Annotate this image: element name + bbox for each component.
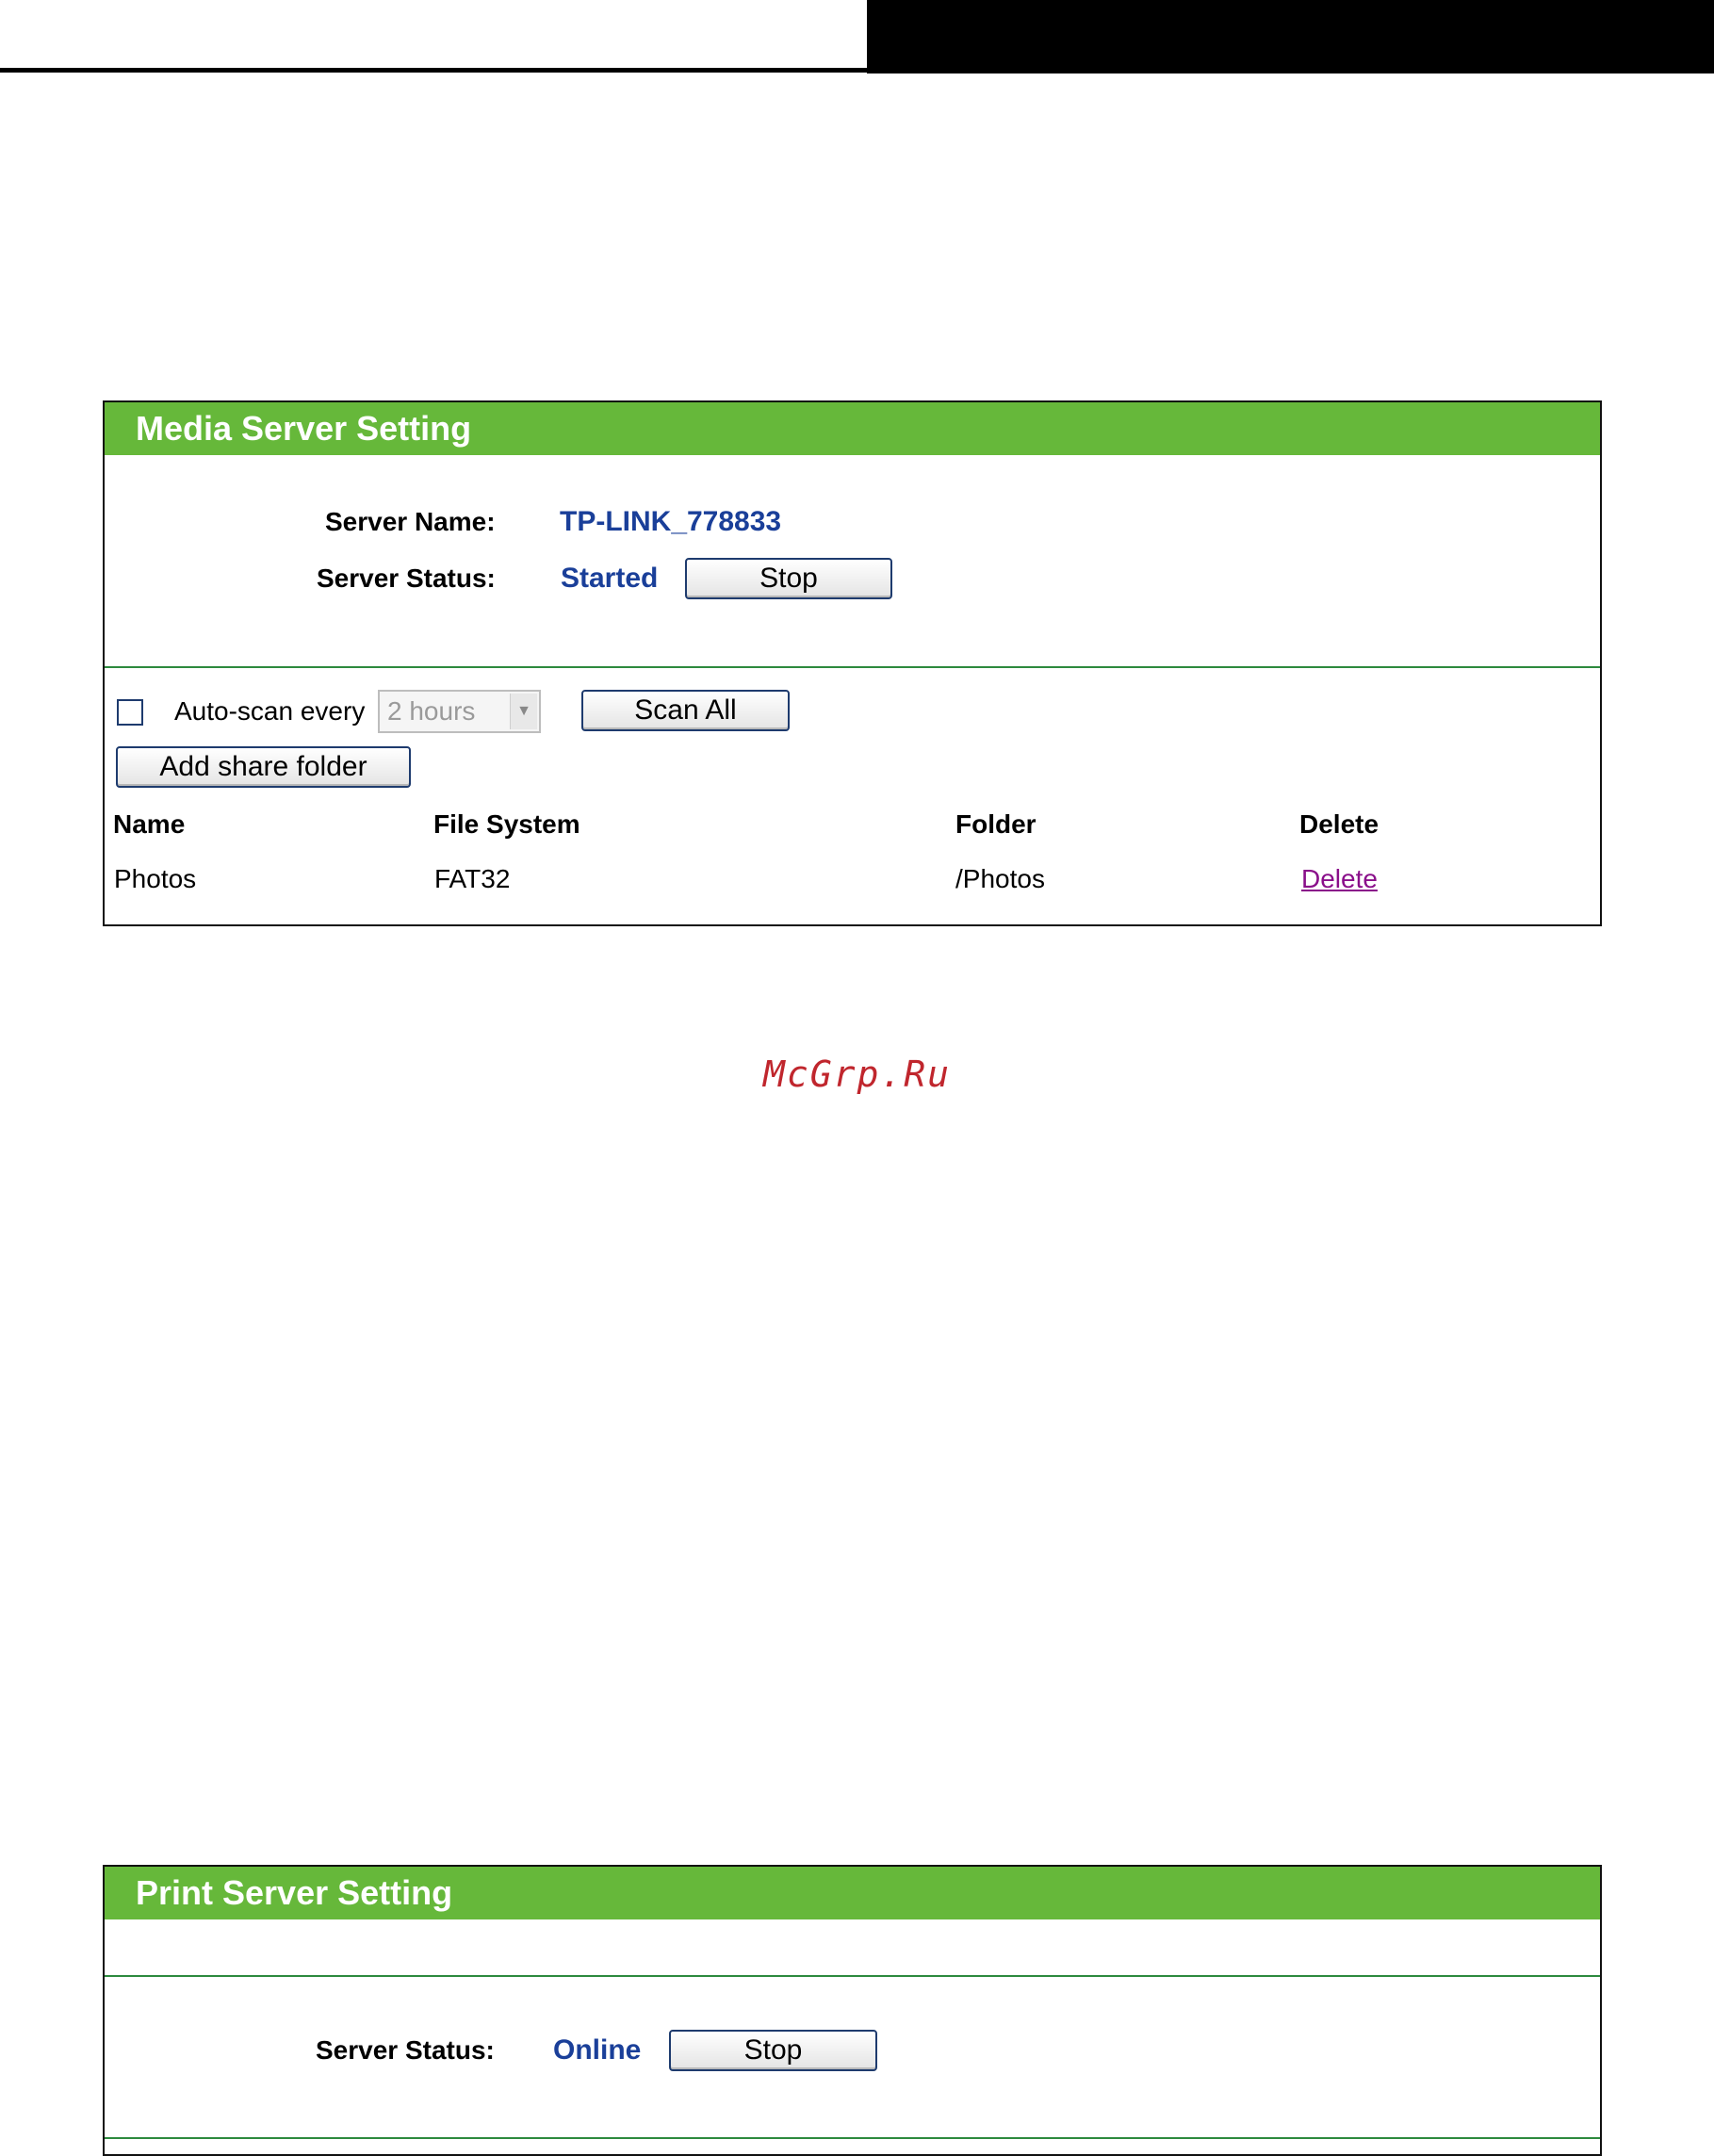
- server-status-label: Server Status:: [317, 564, 496, 593]
- print-server-title: Print Server Setting: [105, 1867, 1600, 1921]
- server-status-value: Started: [561, 563, 659, 594]
- print-stop-button[interactable]: Stop: [669, 2030, 877, 2071]
- column-header-folder: Folder: [955, 809, 1037, 839]
- header-black-band: [867, 0, 1714, 74]
- section-divider: [105, 1975, 1600, 1977]
- header-rule: [0, 68, 867, 73]
- chevron-down-icon: ▼: [510, 694, 537, 729]
- media-stop-button[interactable]: Stop: [685, 558, 892, 599]
- section-divider: [105, 666, 1600, 668]
- auto-scan-label: Auto-scan every: [174, 696, 366, 726]
- media-server-panel: Media Server Setting Server Name: TP-LIN…: [103, 400, 1602, 926]
- print-server-status-value: Online: [553, 2034, 642, 2066]
- scan-all-button[interactable]: Scan All: [581, 690, 790, 731]
- cell-name: Photos: [114, 864, 197, 893]
- server-name-value: TP-LINK_778833: [560, 506, 782, 537]
- server-name-label: Server Name:: [325, 507, 496, 536]
- cell-file-system: FAT32: [434, 864, 511, 893]
- column-header-delete: Delete: [1299, 809, 1379, 839]
- column-header-file-system: File System: [433, 809, 580, 839]
- print-server-status-label: Server Status:: [316, 2035, 495, 2065]
- add-share-folder-button[interactable]: Add share folder: [116, 746, 411, 788]
- auto-scan-interval-value: 2 hours: [387, 696, 476, 726]
- auto-scan-checkbox[interactable]: [117, 699, 143, 726]
- print-server-panel: Print Server Setting Server Status: Onli…: [103, 1865, 1602, 2156]
- delete-link[interactable]: Delete: [1301, 864, 1378, 894]
- section-divider: [105, 2137, 1600, 2139]
- watermark: McGrp.Ru: [762, 1054, 952, 1095]
- column-header-name: Name: [113, 809, 186, 839]
- auto-scan-interval-select[interactable]: 2 hours ▼: [378, 690, 541, 733]
- cell-folder: /Photos: [955, 864, 1045, 893]
- media-server-title: Media Server Setting: [105, 402, 1600, 457]
- document-header: [0, 0, 1714, 75]
